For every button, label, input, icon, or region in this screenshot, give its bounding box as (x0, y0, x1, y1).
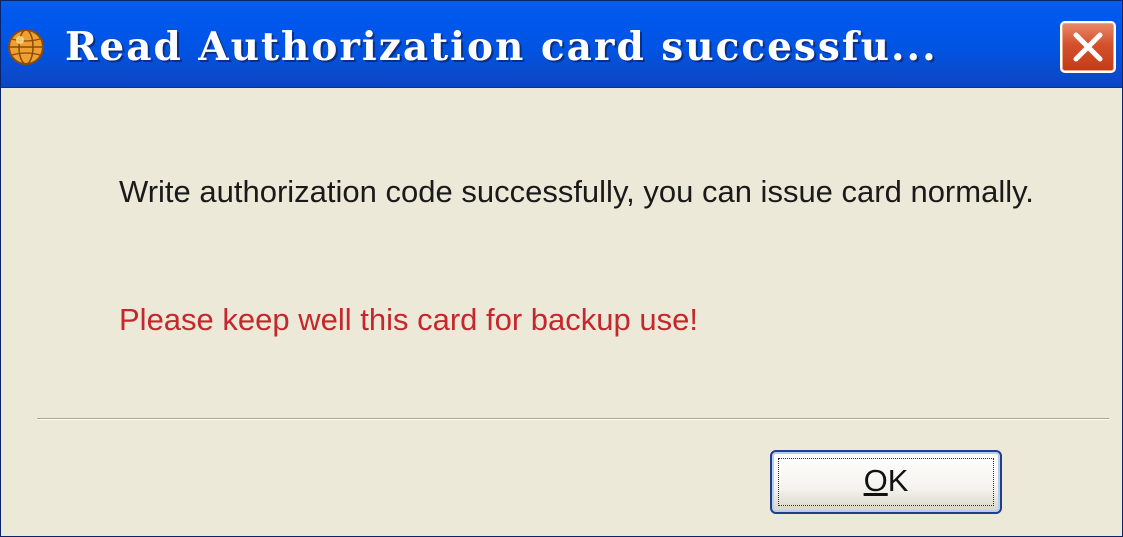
close-icon (1073, 32, 1103, 62)
backup-warning-message: Please keep well this card for backup us… (119, 302, 698, 337)
app-globe-icon (7, 28, 45, 66)
success-message: Write authorization code successfully, y… (119, 174, 1034, 209)
title-bar[interactable]: Read Authorization card successfu... (1, 1, 1122, 88)
ok-button[interactable]: OK (770, 450, 1002, 514)
separator (37, 418, 1109, 420)
close-button[interactable] (1060, 21, 1116, 73)
ok-button-label: OK (863, 463, 909, 498)
window-title: Read Authorization card successfu... (65, 24, 938, 70)
dialog-window: Read Authorization card successfu... Wri… (0, 0, 1123, 537)
